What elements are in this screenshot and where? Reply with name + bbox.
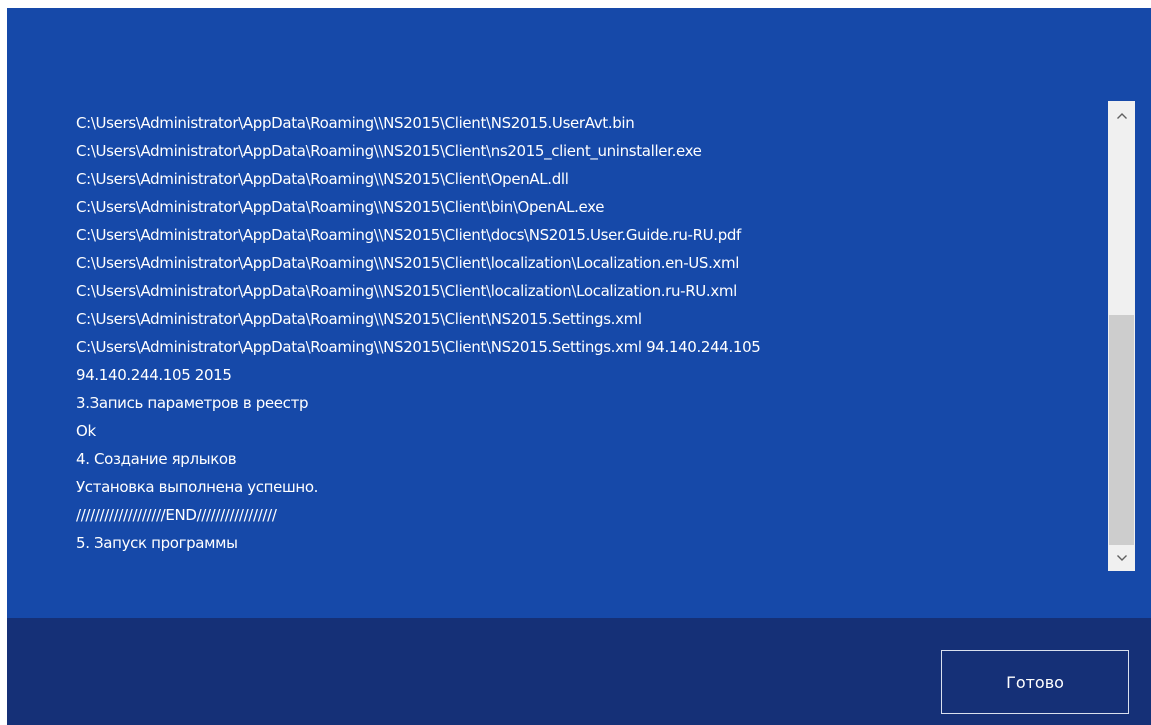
log-line: C:\Users\Administrator\AppData\Roaming\\… (76, 114, 635, 132)
log-area: C:\Users\Administrator\AppData\Roaming\\… (7, 8, 1151, 618)
chevron-up-icon (1116, 113, 1127, 119)
log-line: Ok (76, 422, 96, 440)
log-line: C:\Users\Administrator\AppData\Roaming\\… (76, 282, 737, 300)
footer-bar: Готово (7, 618, 1151, 725)
chevron-down-icon (1116, 555, 1127, 561)
log-line: C:\Users\Administrator\AppData\Roaming\\… (76, 338, 761, 356)
installation-log: C:\Users\Administrator\AppData\Roaming\\… (76, 109, 1096, 579)
log-line: C:\Users\Administrator\AppData\Roaming\\… (76, 198, 605, 216)
scrollbar-thumb[interactable] (1109, 315, 1134, 545)
log-line: 5. Запуск программы (76, 534, 238, 552)
done-button[interactable]: Готово (941, 650, 1129, 714)
log-line: C:\Users\Administrator\AppData\Roaming\\… (76, 254, 740, 272)
installer-window: C:\Users\Administrator\AppData\Roaming\\… (7, 8, 1151, 725)
log-line: C:\Users\Administrator\AppData\Roaming\\… (76, 310, 642, 328)
log-line: ///////////////////END///////////////// (76, 506, 277, 524)
log-line: 94.140.244.105 2015 (76, 366, 232, 384)
log-line: 3.Запись параметров в реестр (76, 394, 309, 412)
scroll-up-button[interactable] (1108, 105, 1135, 127)
log-line: C:\Users\Administrator\AppData\Roaming\\… (76, 142, 702, 160)
log-scrollbar[interactable] (1108, 101, 1135, 571)
log-line: 4. Создание ярлыков (76, 450, 237, 468)
log-line: Установка выполнена успешно. (76, 478, 319, 496)
log-line: C:\Users\Administrator\AppData\Roaming\\… (76, 226, 741, 244)
log-line: C:\Users\Administrator\AppData\Roaming\\… (76, 170, 569, 188)
scroll-down-button[interactable] (1108, 547, 1135, 569)
